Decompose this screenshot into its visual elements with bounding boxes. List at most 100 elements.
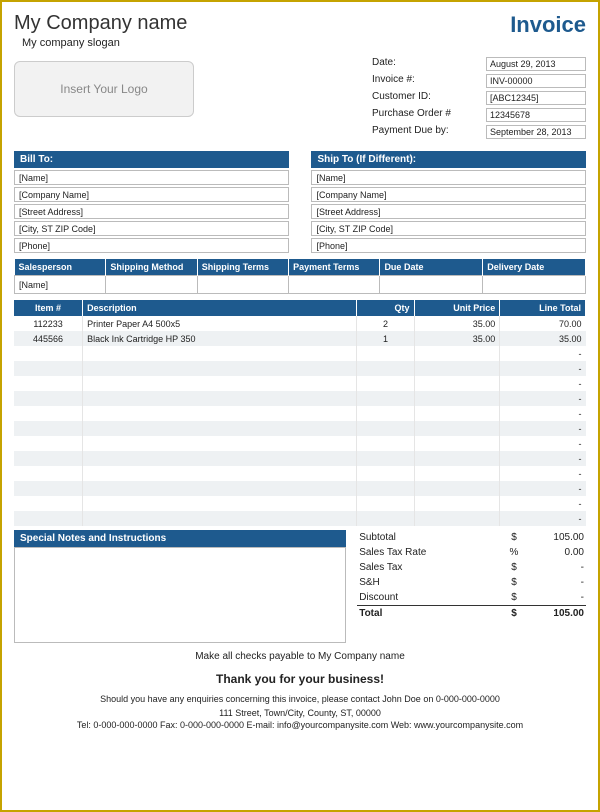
ship-to-company[interactable]: [Company Name] xyxy=(311,187,586,202)
item-no[interactable] xyxy=(14,436,83,451)
logo-placeholder[interactable]: Insert Your Logo xyxy=(14,61,194,117)
item-no[interactable] xyxy=(14,496,83,511)
payment-due-value[interactable]: September 28, 2013 xyxy=(486,125,586,139)
bill-to-city[interactable]: [City, ST ZIP Code] xyxy=(14,221,289,236)
item-desc[interactable] xyxy=(83,346,357,361)
item-no[interactable] xyxy=(14,376,83,391)
date-label: Date: xyxy=(372,57,482,71)
item-qty[interactable] xyxy=(357,421,414,436)
item-desc[interactable] xyxy=(83,421,357,436)
item-qty[interactable] xyxy=(357,376,414,391)
item-unit[interactable] xyxy=(414,436,500,451)
item-unit[interactable] xyxy=(414,421,500,436)
notes-body[interactable] xyxy=(14,547,346,643)
item-no[interactable] xyxy=(14,421,83,436)
item-desc[interactable] xyxy=(83,511,357,526)
item-unit[interactable] xyxy=(414,391,500,406)
item-qty[interactable] xyxy=(357,466,414,481)
item-qty[interactable] xyxy=(357,481,414,496)
item-unit[interactable] xyxy=(414,361,500,376)
item-line: - xyxy=(500,406,586,421)
item-no[interactable] xyxy=(14,451,83,466)
company-name: My Company name xyxy=(14,12,187,35)
table-row: - xyxy=(14,496,586,511)
item-unit[interactable]: 35.00 xyxy=(414,331,500,346)
item-unit[interactable] xyxy=(414,406,500,421)
item-desc[interactable] xyxy=(83,361,357,376)
item-no[interactable] xyxy=(14,361,83,376)
item-qty[interactable] xyxy=(357,451,414,466)
bill-to-street[interactable]: [Street Address] xyxy=(14,204,289,219)
item-qty[interactable] xyxy=(357,361,414,376)
item-no[interactable] xyxy=(14,481,83,496)
subtotal-val: 105.00 xyxy=(524,532,584,543)
sh-val[interactable]: - xyxy=(524,577,584,588)
item-unit[interactable] xyxy=(414,496,500,511)
item-unit[interactable] xyxy=(414,511,500,526)
terms-shipping-method[interactable] xyxy=(106,276,197,294)
item-unit[interactable] xyxy=(414,376,500,391)
item-no[interactable] xyxy=(14,391,83,406)
customer-id-value[interactable]: [ABC12345] xyxy=(486,91,586,105)
ship-to-street[interactable]: [Street Address] xyxy=(311,204,586,219)
item-qty[interactable]: 1 xyxy=(357,331,414,346)
invoice-no-label: Invoice #: xyxy=(372,74,482,88)
item-unit[interactable] xyxy=(414,466,500,481)
po-value[interactable]: 12345678 xyxy=(486,108,586,122)
item-unit[interactable] xyxy=(414,481,500,496)
item-qty[interactable] xyxy=(357,406,414,421)
discount-val[interactable]: - xyxy=(524,592,584,603)
mid-row: Insert Your Logo Date: August 29, 2013 I… xyxy=(14,57,586,139)
item-desc[interactable] xyxy=(83,451,357,466)
invoice-no-value[interactable]: INV-00000 xyxy=(486,74,586,88)
terms-shipping-terms[interactable] xyxy=(197,276,288,294)
terms-delivery-date[interactable] xyxy=(483,276,586,294)
item-no[interactable] xyxy=(14,346,83,361)
terms-payment-terms[interactable] xyxy=(289,276,380,294)
ship-to-city[interactable]: [City, ST ZIP Code] xyxy=(311,221,586,236)
subtotal-label: Subtotal xyxy=(359,532,504,543)
date-value[interactable]: August 29, 2013 xyxy=(486,57,586,71)
terms-salesperson[interactable]: [Name] xyxy=(15,276,106,294)
item-unit[interactable]: 35.00 xyxy=(414,316,500,331)
item-no[interactable]: 445566 xyxy=(14,331,83,346)
item-desc[interactable]: Black Ink Cartridge HP 350 xyxy=(83,331,357,346)
item-desc[interactable]: Printer Paper A4 500x5 xyxy=(83,316,357,331)
company-block: My Company name My company slogan xyxy=(14,12,187,49)
item-desc[interactable] xyxy=(83,391,357,406)
item-desc[interactable] xyxy=(83,436,357,451)
total-row: Total $ 105.00 xyxy=(357,605,586,621)
thank-you: Thank you for your business! xyxy=(14,672,586,686)
bill-to-name[interactable]: [Name] xyxy=(14,170,289,185)
item-qty[interactable] xyxy=(357,346,414,361)
item-qty[interactable] xyxy=(357,496,414,511)
item-unit[interactable] xyxy=(414,346,500,361)
table-row: 445566Black Ink Cartridge HP 350135.0035… xyxy=(14,331,586,346)
item-desc[interactable] xyxy=(83,496,357,511)
item-no[interactable]: 112233 xyxy=(14,316,83,331)
item-desc[interactable] xyxy=(83,466,357,481)
subtotal-row: Subtotal $ 105.00 xyxy=(357,530,586,545)
item-no[interactable] xyxy=(14,511,83,526)
item-qty[interactable] xyxy=(357,436,414,451)
table-row: - xyxy=(14,511,586,526)
item-line: - xyxy=(500,391,586,406)
ship-to-name[interactable]: [Name] xyxy=(311,170,586,185)
item-desc[interactable] xyxy=(83,406,357,421)
tax-rate-sym: % xyxy=(504,547,524,558)
item-desc[interactable] xyxy=(83,481,357,496)
bill-to-phone[interactable]: [Phone] xyxy=(14,238,289,253)
terms-due-date[interactable] xyxy=(380,276,483,294)
subtotal-sym: $ xyxy=(504,532,524,543)
total-val: 105.00 xyxy=(524,608,584,619)
bill-to-company[interactable]: [Company Name] xyxy=(14,187,289,202)
item-qty[interactable]: 2 xyxy=(357,316,414,331)
item-unit[interactable] xyxy=(414,451,500,466)
item-qty[interactable] xyxy=(357,511,414,526)
item-no[interactable] xyxy=(14,466,83,481)
item-no[interactable] xyxy=(14,406,83,421)
item-desc[interactable] xyxy=(83,376,357,391)
tax-rate-val[interactable]: 0.00 xyxy=(524,547,584,558)
ship-to-phone[interactable]: [Phone] xyxy=(311,238,586,253)
item-qty[interactable] xyxy=(357,391,414,406)
